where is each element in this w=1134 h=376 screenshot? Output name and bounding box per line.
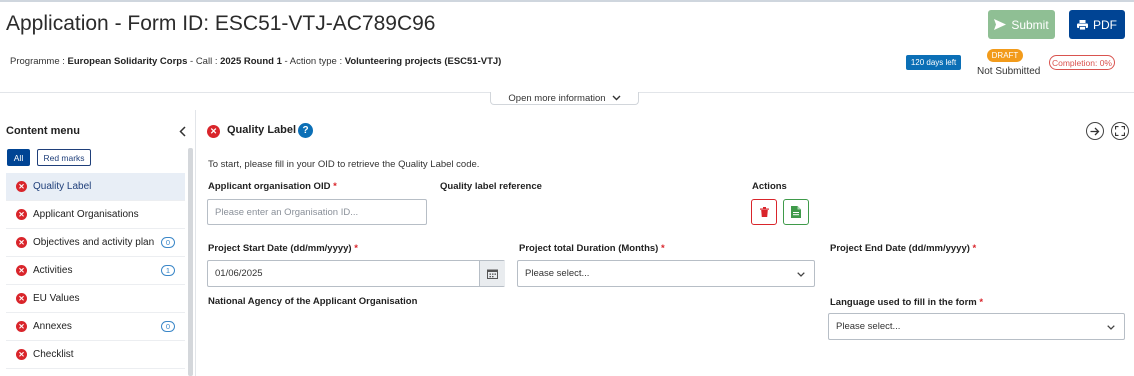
- language-label: Language used to fill in the form *: [830, 297, 983, 308]
- start-date-input[interactable]: 01/06/2025: [207, 260, 505, 287]
- sidebar-item-annexes[interactable]: ✕ Annexes 0: [6, 313, 185, 341]
- status-badge: DRAFT: [987, 49, 1023, 62]
- open-more-label: Open more information: [508, 92, 606, 104]
- action-type-value: Volunteering projects (ESC51-VTJ): [344, 56, 502, 67]
- sidebar-item-eu-values[interactable]: ✕ EU Values: [6, 285, 185, 313]
- error-icon: ✕: [16, 265, 27, 276]
- programme-value: European Solidarity Corps: [67, 56, 188, 67]
- calendar-icon[interactable]: [479, 261, 505, 286]
- instructions-text: To start, please fill in your OID to ret…: [208, 159, 480, 170]
- sidebar-item-label: EU Values: [33, 293, 80, 304]
- chevron-down-icon: [1106, 322, 1116, 332]
- programme-label: Programme :: [10, 56, 68, 67]
- language-select[interactable]: Please select...: [828, 313, 1125, 340]
- error-icon: ✕: [16, 237, 27, 248]
- count-badge: 0: [161, 237, 175, 248]
- oid-label-text: Applicant organisation OID: [208, 181, 331, 192]
- top-border: [0, 0, 1134, 2]
- sidebar-item-label: Applicant Organisations: [33, 209, 139, 220]
- duration-select-value: Please select...: [525, 268, 590, 279]
- duration-label: Project total Duration (Months) *: [519, 243, 665, 254]
- page-title: Application - Form ID: ESC51-VTJ-AC789C9…: [6, 12, 436, 35]
- completion-badge: Completion: 0%: [1049, 55, 1115, 70]
- language-select-value: Please select...: [836, 321, 901, 332]
- sidebar-item-label: Objectives and activity plan: [33, 237, 155, 248]
- section-title: Quality Label: [227, 124, 297, 136]
- error-icon: ✕: [16, 293, 27, 304]
- submit-button-label: Submit: [1011, 17, 1049, 32]
- delete-button[interactable]: [751, 199, 777, 225]
- sidebar-item-objectives[interactable]: ✕ Objectives and activity plan 0: [6, 229, 185, 257]
- required-mark: *: [972, 243, 977, 254]
- oid-input[interactable]: Please enter an Organisation ID...: [207, 199, 427, 225]
- sidebar-item-quality-label[interactable]: ✕ Quality Label: [6, 173, 185, 201]
- sidebar-item-label: Checklist: [33, 349, 74, 360]
- duration-select[interactable]: Please select...: [517, 260, 815, 287]
- content-menu-sidebar: Content menu All Red marks ✕ Quality Lab…: [0, 110, 196, 376]
- paper-plane-icon: [994, 19, 1007, 30]
- trash-icon: [759, 207, 769, 217]
- start-date-label: Project Start Date (dd/mm/yyyy) *: [208, 243, 358, 254]
- end-date-label: Project End Date (dd/mm/yyyy) *: [830, 243, 976, 254]
- printer-icon: [1077, 19, 1088, 30]
- required-mark: *: [354, 243, 358, 254]
- error-icon: ✕: [16, 321, 27, 332]
- pdf-button-label: PDF: [1093, 17, 1117, 32]
- required-mark: *: [660, 243, 665, 254]
- programme-info: Programme : European Solidarity Corps - …: [10, 56, 501, 67]
- filter-red-marks-button[interactable]: Red marks: [37, 149, 91, 166]
- call-label: - Call :: [187, 56, 221, 67]
- sidebar-item-activities[interactable]: ✕ Activities 1: [6, 257, 185, 285]
- sidebar-item-label: Annexes: [33, 321, 72, 332]
- sidebar-item-label: Quality Label: [33, 181, 92, 192]
- content-menu-list: ✕ Quality Label ✕ Applicant Organisation…: [6, 173, 185, 369]
- error-icon: ✕: [207, 125, 220, 138]
- pdf-button[interactable]: PDF: [1069, 10, 1125, 39]
- content-menu-title: Content menu: [6, 125, 80, 137]
- end-date-label-text: Project End Date (dd/mm/yyyy): [830, 243, 970, 254]
- submission-status: Not Submitted: [977, 66, 1041, 77]
- required-mark: *: [333, 181, 337, 192]
- actions-label: Actions: [752, 181, 787, 192]
- question-icon[interactable]: ?: [298, 123, 313, 138]
- days-left-badge: 120 days left: [906, 55, 961, 70]
- submit-button[interactable]: Submit: [988, 10, 1055, 39]
- national-agency-label: National Agency of the Applicant Organis…: [208, 296, 418, 307]
- count-badge: 1: [161, 265, 175, 276]
- action-type-label: - Action type :: [281, 56, 345, 67]
- document-button[interactable]: [783, 199, 809, 225]
- quality-label-reference-label: Quality label reference: [440, 181, 542, 192]
- error-icon: ✕: [16, 181, 27, 192]
- sidebar-item-applicant-organisations[interactable]: ✕ Applicant Organisations: [6, 201, 185, 229]
- language-label-text: Language used to fill in the form: [830, 297, 977, 308]
- document-icon: [791, 206, 801, 218]
- chevron-left-icon[interactable]: [176, 124, 188, 138]
- sidebar-item-checklist[interactable]: ✕ Checklist: [6, 341, 185, 369]
- filter-all-button[interactable]: All: [7, 149, 30, 166]
- fullscreen-icon[interactable]: [1111, 122, 1129, 140]
- required-mark: *: [979, 297, 984, 308]
- open-more-information-toggle[interactable]: Open more information: [490, 92, 639, 105]
- count-badge: 0: [161, 321, 175, 332]
- start-date-label-text: Project Start Date (dd/mm/yyyy): [208, 243, 352, 254]
- oid-field-label: Applicant organisation OID *: [208, 181, 337, 192]
- call-value: 2025 Round 1: [220, 56, 282, 67]
- arrow-right-icon[interactable]: [1086, 122, 1104, 140]
- chevron-down-icon: [612, 95, 621, 101]
- sidebar-item-label: Activities: [33, 265, 73, 276]
- error-icon: ✕: [16, 349, 27, 360]
- sidebar-scrollbar[interactable]: [188, 148, 193, 376]
- error-icon: ✕: [16, 209, 27, 220]
- chevron-down-icon: [796, 269, 806, 279]
- duration-label-text: Project total Duration (Months): [519, 243, 659, 254]
